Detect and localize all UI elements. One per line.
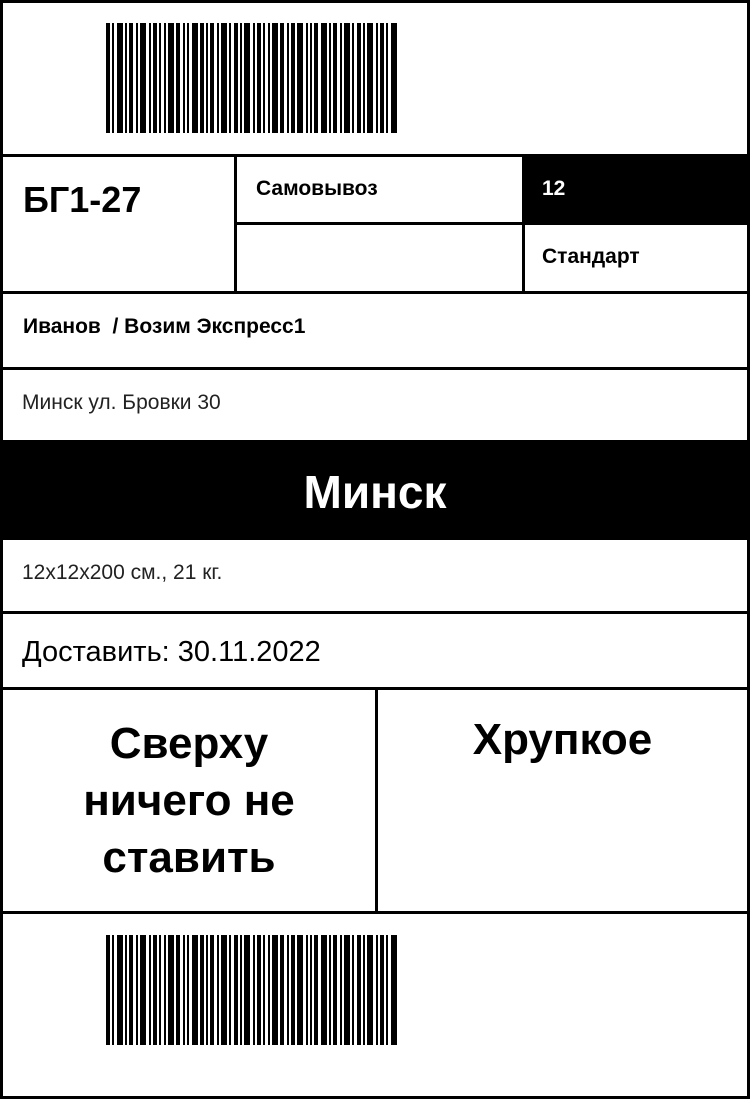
divider	[237, 222, 747, 225]
barcode-icon	[106, 935, 397, 1045]
address: Минск ул. Бровки 30	[22, 391, 221, 414]
city: Минск	[303, 466, 447, 518]
barcode-icon	[106, 23, 397, 133]
label-number: 12	[542, 177, 566, 200]
label-code: БГ1-27	[23, 179, 142, 220]
handling-no-stacking-line: Сверху	[109, 719, 269, 768]
barcode-bottom	[106, 935, 646, 1045]
handling-fragile: Хрупкое	[472, 715, 653, 764]
delivery-method: Самовывоз	[256, 177, 378, 200]
tariff: Стандарт	[542, 245, 640, 268]
handling-no-stacking-line: ничего не	[83, 776, 295, 825]
divider	[3, 291, 747, 294]
dimensions: 12х12х200 см., 21 кг.	[22, 561, 223, 584]
divider	[3, 611, 747, 614]
divider	[3, 367, 747, 370]
handling-no-stacking-line: ставить	[102, 833, 276, 882]
divider	[3, 537, 747, 540]
divider	[3, 911, 747, 914]
barcode-top	[106, 23, 646, 133]
recipient: Иванов / Возим Экспресс1	[23, 315, 306, 338]
shipping-label: БГ1-27 Самовывоз 12 Стандарт Иванов / Во…	[0, 0, 750, 1099]
handling-no-stacking: Сверху ничего не ставить	[3, 715, 375, 886]
deliver-by: Доставить: 30.11.2022	[22, 636, 321, 668]
